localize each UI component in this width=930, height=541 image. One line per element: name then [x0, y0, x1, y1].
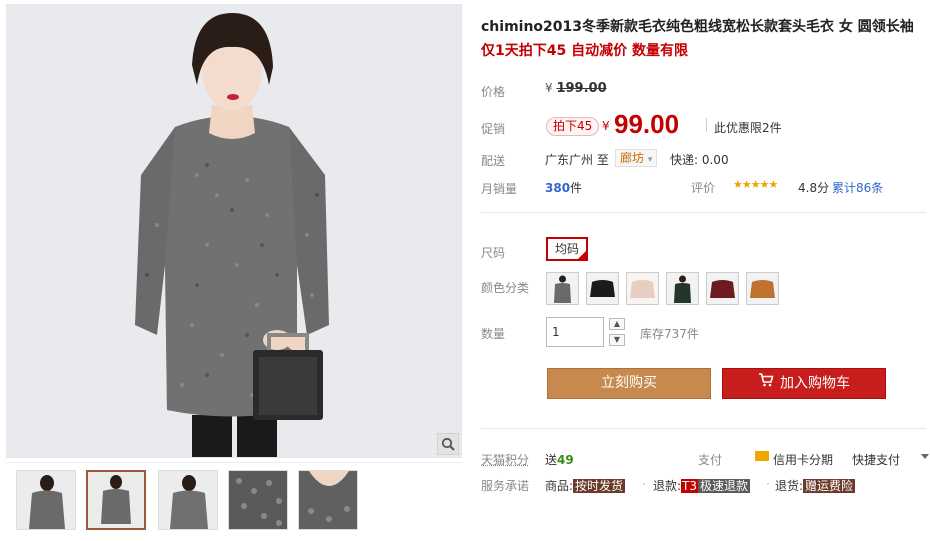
tmall-points-value: 送49 [545, 451, 574, 468]
service-return-insurance[interactable]: 退货: 赠运费险 [775, 477, 856, 494]
installment-link[interactable]: 信用卡分期 [773, 451, 833, 468]
shipping-origin: 广东广州 至 [545, 153, 609, 167]
shopping-cart-icon [758, 369, 774, 398]
tmall-points-label[interactable]: 天猫积分 [481, 451, 529, 468]
selected-check-icon [577, 250, 587, 260]
color-swatch-gray[interactable] [546, 272, 579, 305]
color-swatch-burgundy[interactable] [706, 272, 739, 305]
thumbnail-3[interactable] [158, 470, 218, 530]
thumbnail-5[interactable] [298, 470, 358, 530]
service-on-time-shipping[interactable]: 商品: 按时发货 [545, 477, 626, 494]
tmall-points-prefix: 送 [545, 453, 558, 467]
price-label: 价格 [481, 85, 506, 99]
color-swatch-black[interactable] [586, 272, 619, 305]
thumbnail-active-indicator [112, 470, 124, 471]
quantity-decrease-button[interactable]: ▼ [609, 334, 625, 346]
shipping-destination-select[interactable]: 廊坊 ▾ [615, 149, 658, 167]
shipping-fee: 快递: 0.00 [670, 153, 729, 167]
product-title: chimino2013冬季新款毛衣纯色粗线宽松长款套头毛衣 女 圆领长袖 [481, 19, 914, 35]
main-product-image[interactable] [6, 4, 462, 458]
chevron-down-icon[interactable] [921, 454, 929, 459]
monthly-sales-count: 380 [545, 181, 571, 195]
service-prefix: 退款: [653, 479, 682, 493]
service-tag: 按时发货 [573, 479, 626, 493]
monthly-sales-unit: 件 [570, 181, 583, 195]
section-divider [481, 428, 926, 429]
service-fast-refund[interactable]: 退款:T3 极速退款 [653, 477, 751, 494]
size-option-selected[interactable]: 均码 [546, 237, 588, 261]
size-label: 尺码 [481, 246, 506, 260]
currency-symbol: ¥ [545, 81, 553, 95]
thumbnail-4[interactable] [228, 470, 288, 530]
product-subtitle: 仅1天拍下45 自动减价 数量有限 [481, 43, 688, 59]
original-price: ¥ 199.00 [545, 81, 607, 96]
service-prefix: 退货: [775, 479, 804, 493]
separator-dot: · [642, 477, 646, 491]
model-photo [7, 5, 461, 457]
color-swatch-dark-green[interactable] [666, 272, 699, 305]
promo-limit-note: 此优惠限2件 [714, 121, 782, 135]
monthly-sales-label: 月销量 [481, 182, 518, 196]
chevron-down-icon: ▼ [613, 335, 621, 344]
rating-score: 4.8分 [798, 181, 830, 195]
quickpay-dropdown[interactable]: 快捷支付 [852, 451, 900, 468]
chevron-up-icon: ▲ [613, 319, 621, 328]
promo-label: 促销 [481, 122, 506, 136]
tmall-points-number: 49 [557, 453, 574, 467]
add-to-cart-button[interactable]: 加入购物车 [722, 368, 886, 399]
thumbnail-strip [14, 470, 454, 532]
color-swatch-camel[interactable] [746, 272, 779, 305]
quantity-increase-button[interactable]: ▲ [609, 318, 625, 330]
service-tag: 赠运费险 [803, 479, 856, 493]
size-option-label: 均码 [554, 242, 579, 256]
rating-stars-icon: ★★★★★ [733, 178, 778, 191]
zoom-icon[interactable] [437, 433, 459, 455]
chevron-down-icon: ▾ [647, 155, 653, 165]
t3-badge-icon: T3 [681, 479, 699, 493]
original-price-value: 199.00 [556, 81, 607, 96]
gallery-divider [6, 462, 462, 463]
monthly-sales-value: 380件 [545, 179, 582, 196]
shipping-label: 配送 [481, 154, 506, 168]
color-swatch-list [546, 272, 786, 306]
service-tag: 极速退款 [698, 479, 751, 493]
section-divider [481, 212, 926, 213]
stock-count: 库存737件 [640, 327, 699, 341]
price-divider [706, 118, 707, 132]
quantity-input[interactable]: 1 [546, 317, 604, 347]
thumbnail-1[interactable] [16, 470, 76, 530]
product-details: chimino2013冬季新款毛衣纯色粗线宽松长款套头毛衣 女 圆领长袖 仅1天… [481, 10, 929, 538]
shipping-destination-value: 廊坊 [620, 151, 645, 165]
promo-price: 99.00 [614, 109, 680, 139]
promo-currency-symbol: ¥ [602, 119, 610, 133]
credit-card-icon [755, 451, 769, 461]
buy-now-button[interactable]: 立刻购买 [547, 368, 711, 399]
rating-label: 评价 [691, 181, 716, 195]
service-prefix: 商品: [545, 479, 574, 493]
add-to-cart-label: 加入购物车 [780, 375, 850, 392]
thumbnail-2[interactable] [86, 470, 146, 530]
product-gallery [6, 4, 462, 540]
separator-dot: · [766, 477, 770, 491]
color-swatch-beige[interactable] [626, 272, 659, 305]
promo-tag: 拍下45 [546, 117, 600, 136]
service-promise-label: 服务承诺 [481, 479, 530, 493]
quantity-label: 数量 [481, 327, 506, 341]
payment-label: 支付 [698, 453, 723, 467]
color-label: 颜色分类 [481, 281, 530, 295]
review-count-link[interactable]: 累计86条 [832, 179, 883, 196]
